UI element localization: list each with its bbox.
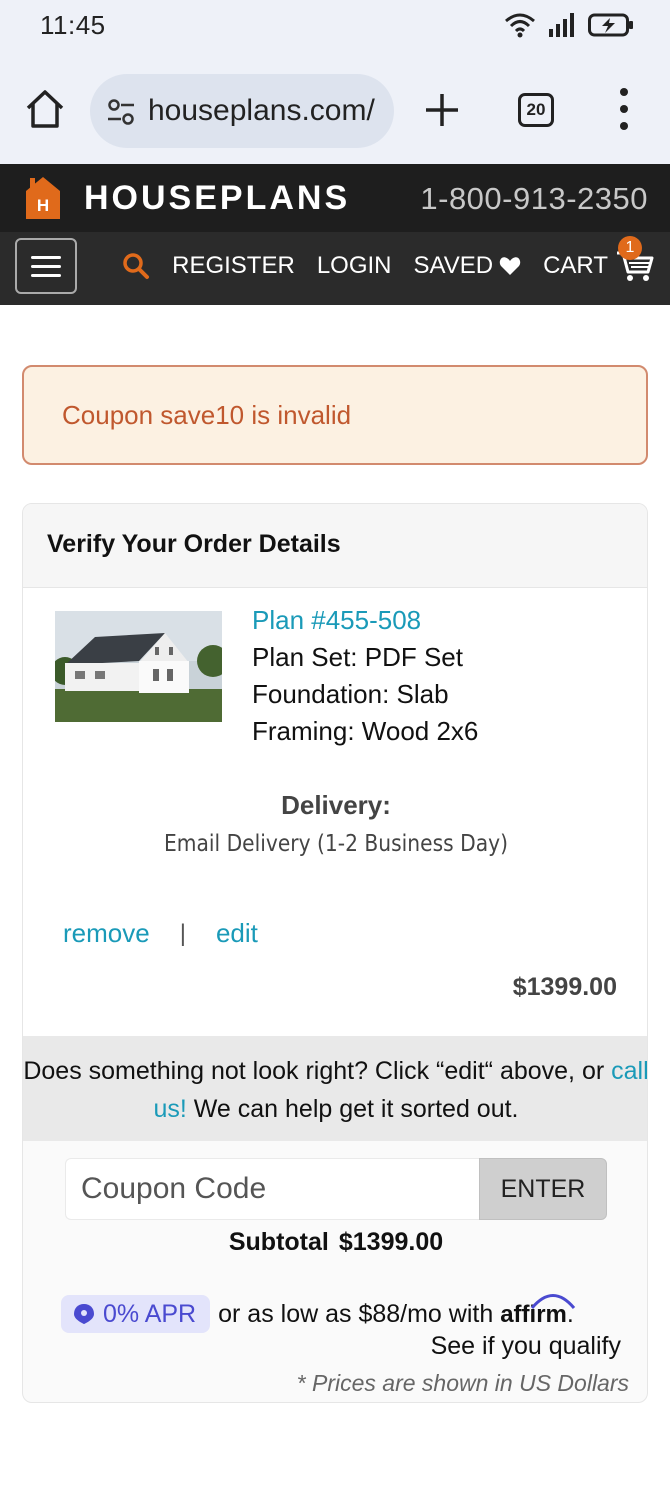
- help-banner: Does something not look right? Click “ed…: [23, 1036, 647, 1141]
- qualify-link[interactable]: See if you qualify: [431, 1332, 621, 1361]
- browser-toolbar: houseplans.com/ 20: [0, 52, 670, 164]
- coupon-error-alert: Coupon save10 is invalid: [22, 365, 648, 465]
- site-header: H HOUSEPLANS 1-800-913-2350: [0, 164, 670, 232]
- coupon-enter-button[interactable]: ENTER: [479, 1158, 607, 1220]
- login-link[interactable]: LOGIN: [317, 252, 392, 280]
- financing-text-main: or as low as $88/mo with: [218, 1299, 494, 1328]
- status-time: 11:45: [40, 10, 106, 40]
- action-separator: |: [179, 919, 186, 947]
- wifi-icon: [505, 13, 535, 38]
- cart-link[interactable]: CART 1: [543, 236, 654, 282]
- item-actions: remove | edit: [63, 918, 258, 949]
- tag-icon: [74, 1304, 94, 1324]
- logo-text[interactable]: HOUSEPLANS: [84, 179, 350, 218]
- search-icon[interactable]: [122, 252, 150, 280]
- tab-switcher-button[interactable]: 20: [518, 93, 554, 127]
- plan-foundation: Foundation: Slab: [252, 679, 449, 709]
- subtotal: Subtotal $1399.00: [23, 1228, 647, 1257]
- apr-badge[interactable]: 0% APR: [61, 1295, 211, 1333]
- logo-house-icon[interactable]: H: [24, 175, 62, 221]
- register-link[interactable]: REGISTER: [172, 252, 295, 280]
- order-summary-card: Verify Your Order Details Plan #455-508 …: [22, 503, 648, 1403]
- apr-badge-text: 0% APR: [103, 1299, 197, 1328]
- url-text[interactable]: houseplans.com/: [148, 94, 375, 128]
- currency-note: * Prices are shown in US Dollars: [296, 1370, 629, 1396]
- battery-icon: [588, 13, 633, 37]
- signal-icon: [549, 13, 574, 37]
- heart-icon: [499, 257, 521, 275]
- subtotal-value: $1399.00: [338, 1228, 444, 1256]
- site-settings-icon[interactable]: [106, 98, 136, 126]
- order-item: Plan #455-508 Plan Set: PDF Set Foundati…: [23, 588, 647, 1036]
- status-bar: 11:45: [0, 0, 670, 52]
- affirm-logo: affirm: [500, 1293, 576, 1328]
- card-title: Verify Your Order Details: [47, 530, 341, 558]
- plan-details: Plan #455-508 Plan Set: PDF Set Foundati…: [252, 602, 478, 750]
- help-text: Does something not look right? Click “ed…: [23, 1052, 647, 1128]
- new-tab-icon[interactable]: [424, 92, 460, 128]
- cart-label: CART: [543, 252, 608, 279]
- coupon-form: ENTER: [65, 1158, 607, 1220]
- help-text-end: We can help get it sorted out.: [186, 1095, 519, 1123]
- delivery-value: Email Delivery (1-2 Business Day): [164, 831, 508, 857]
- item-price: $1399.00: [512, 973, 617, 1001]
- home-icon[interactable]: [24, 88, 66, 130]
- cart-count-badge: 1: [618, 236, 642, 260]
- financing-row: 0% APR or as low as $88/mo with affirm.: [61, 1293, 576, 1334]
- coupon-code-input[interactable]: [65, 1158, 479, 1220]
- delivery-label: Delivery:: [281, 790, 391, 820]
- remove-link[interactable]: remove: [63, 918, 150, 949]
- help-text-start: Does something not look right? Click “ed…: [23, 1057, 612, 1085]
- more-menu-icon[interactable]: [612, 88, 636, 130]
- logo-letter: H: [37, 196, 49, 215]
- financing-text: or as low as $88/mo with affirm.: [218, 1293, 576, 1329]
- saved-label: SAVED: [413, 252, 494, 279]
- hamburger-menu-button[interactable]: [15, 238, 77, 294]
- card-header: Verify Your Order Details: [23, 504, 647, 588]
- plan-set: Plan Set: PDF Set: [252, 642, 463, 672]
- status-icons: [504, 10, 634, 40]
- plan-number-link[interactable]: Plan #455-508: [252, 602, 478, 639]
- plan-thumbnail-image[interactable]: [55, 611, 222, 722]
- alert-message: Coupon save10 is invalid: [62, 400, 352, 430]
- phone-number[interactable]: 1-800-913-2350: [420, 181, 648, 217]
- url-bar[interactable]: houseplans.com/: [90, 74, 394, 148]
- subtotal-label: Subtotal: [228, 1228, 329, 1256]
- site-nav: REGISTER LOGIN SAVED CART 1: [0, 232, 670, 305]
- saved-link[interactable]: SAVED: [414, 252, 522, 280]
- plan-framing: Framing: Wood 2x6: [252, 716, 479, 746]
- affirm-arc-icon: [531, 1293, 576, 1309]
- edit-link[interactable]: edit: [216, 918, 258, 949]
